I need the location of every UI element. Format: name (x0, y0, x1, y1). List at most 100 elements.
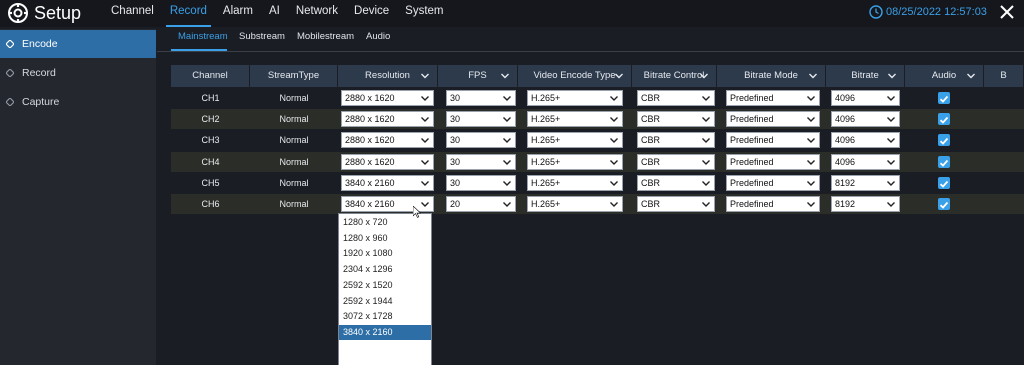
column-header[interactable]: Bitrate Mode (717, 65, 826, 87)
select-value: CBR (641, 93, 661, 103)
tab-audio[interactable]: Audio (366, 31, 390, 42)
chevron-down-icon (503, 96, 511, 101)
encode-select[interactable]: H.265+ (527, 174, 623, 191)
bitrate-mode-select[interactable]: Predefined (726, 196, 820, 212)
select-value: CBR (641, 135, 661, 146)
column-header-label: Bitrate Mode (744, 70, 798, 81)
bitrate-mode-select[interactable]: Predefined (726, 111, 820, 128)
audio-checkbox[interactable] (938, 198, 950, 210)
fps-select[interactable]: 30 (446, 174, 516, 191)
sidebar-item-capture[interactable]: Capture (0, 88, 156, 116)
checkmark-icon (939, 95, 949, 103)
column-header[interactable]: Audio (905, 65, 984, 87)
resolution-option[interactable]: 3072 x 1728 (339, 309, 431, 325)
bitrate-mode-select[interactable]: Predefined (726, 132, 820, 149)
table-row: CH3 Normal 2880 x 1620 30 H.265+ CBR Predefine… (171, 130, 1024, 150)
select-value: 4096 (835, 156, 856, 167)
nav-tab-ai[interactable]: AI (261, 0, 288, 27)
select-value: H.265+ (531, 93, 561, 103)
fps-select[interactable]: 30 (446, 111, 516, 128)
audio-checkbox[interactable] (938, 176, 950, 189)
select-value: 30 (450, 135, 461, 146)
table-row: CH4 Normal 2880 x 1620 30 H.265+ CBR Predefine… (171, 151, 1024, 172)
chevron-down-icon (610, 180, 618, 186)
resolution-option[interactable]: 2592 x 1520 (339, 278, 431, 294)
fps-select[interactable]: 30 (446, 132, 516, 149)
table-header: Channel StreamType Resolution FPS Video Enco… (171, 65, 1024, 87)
encode-select[interactable]: H.265+ (527, 153, 623, 170)
chevron-down-icon (887, 96, 895, 101)
encode-select[interactable]: H.265+ (527, 132, 623, 149)
select-value: CBR (641, 199, 661, 209)
resolution-select[interactable]: 2880 x 1620 (341, 153, 434, 170)
chevron-down-icon (610, 117, 618, 123)
encode-select[interactable]: H.265+ (527, 196, 623, 212)
sidebar-item-record[interactable]: Record (0, 59, 156, 87)
nav-tab-alarm[interactable]: Alarm (215, 0, 261, 27)
audio-checkbox[interactable] (938, 92, 950, 104)
bitrate-select[interactable]: 4096 (831, 132, 900, 149)
column-header[interactable]: FPS (438, 65, 518, 87)
bitrate-control-select[interactable]: CBR (637, 174, 715, 191)
column-header[interactable]: Bitrate (826, 65, 905, 87)
bitrate-mode-select[interactable]: Predefined (726, 153, 820, 170)
bitrate-control-select[interactable]: CBR (637, 196, 715, 212)
resolution-select[interactable]: 2880 x 1620 (341, 90, 434, 106)
tab-divider (157, 51, 1024, 52)
audio-checkbox[interactable] (938, 113, 950, 126)
encode-select[interactable]: H.265+ (527, 111, 623, 128)
bitrate-mode-select[interactable]: Predefined (726, 90, 820, 106)
resolution-option[interactable]: 2304 x 1296 (339, 262, 431, 278)
bitrate-mode-select[interactable]: Predefined (726, 174, 820, 191)
column-header-label: Resolution (365, 70, 410, 81)
nav-tab-system[interactable]: System (397, 0, 451, 27)
fps-select[interactable]: 30 (446, 153, 516, 170)
column-header[interactable]: Resolution (338, 65, 438, 87)
resolution-select[interactable]: 2880 x 1620 (341, 132, 434, 149)
channel-cell: CH2 (201, 114, 220, 125)
nav-tab-channel[interactable]: Channel (103, 0, 162, 27)
audio-checkbox[interactable] (938, 155, 950, 168)
bitrate-control-select[interactable]: CBR (637, 90, 715, 106)
nav-tab-device[interactable]: Device (346, 0, 397, 27)
chevron-down-icon (421, 159, 429, 165)
resolution-option[interactable]: 3840 x 2160 (339, 324, 431, 341)
select-value: CBR (641, 114, 661, 125)
close-icon[interactable] (998, 3, 1016, 21)
bitrate-control-select[interactable]: CBR (637, 111, 715, 128)
gear-icon (8, 3, 28, 23)
nav-tab-network[interactable]: Network (288, 0, 346, 27)
bitrate-control-select[interactable]: CBR (637, 132, 715, 149)
table-row: CH2 Normal 2880 x 1620 30 H.265+ CBR Predefine… (171, 109, 1024, 130)
tab-substream[interactable]: Substream (239, 31, 285, 42)
channel-cell: CH3 (201, 135, 220, 146)
column-header-label: Video Encode Type (533, 70, 616, 81)
fps-select[interactable]: 30 (446, 90, 516, 106)
select-value: Predefined (730, 114, 774, 125)
resolution-select[interactable]: 2880 x 1620 (341, 111, 434, 128)
column-header[interactable]: Video Encode Type (518, 65, 632, 87)
bitrate-select[interactable]: 8192 (831, 174, 900, 191)
column-header[interactable]: Bitrate Control (632, 65, 717, 87)
select-value: 2880 x 1620 (345, 114, 395, 125)
resolution-option[interactable]: 2592 x 1944 (339, 294, 431, 310)
tab-mainstream[interactable]: Mainstream (178, 31, 228, 42)
tab-mobilestream[interactable]: Mobilestream (297, 31, 354, 42)
audio-checkbox[interactable] (938, 134, 950, 147)
nav-tab-record[interactable]: Record (162, 0, 215, 27)
chevron-down-icon (702, 138, 710, 144)
bitrate-select[interactable]: 4096 (831, 90, 900, 106)
resolution-option[interactable]: 1920 x 1080 (339, 246, 431, 262)
fps-select[interactable]: 20 (446, 196, 516, 212)
encode-select[interactable]: H.265+ (527, 90, 623, 106)
sidebar-item-encode[interactable]: Encode (0, 30, 156, 58)
chevron-down-icon (967, 73, 975, 79)
resolution-select[interactable]: 3840 x 2160 (341, 174, 434, 191)
bitrate-select[interactable]: 4096 (831, 111, 900, 128)
bitrate-select[interactable]: 4096 (831, 153, 900, 170)
bitrate-control-select[interactable]: CBR (637, 153, 715, 170)
resolution-option[interactable]: 1280 x 960 (339, 231, 431, 247)
checkmark-icon (939, 180, 949, 188)
table-row: CH1 Normal 2880 x 1620 30 H.265+ CBR Predefine… (171, 88, 1024, 108)
bitrate-select[interactable]: 8192 (831, 196, 900, 212)
